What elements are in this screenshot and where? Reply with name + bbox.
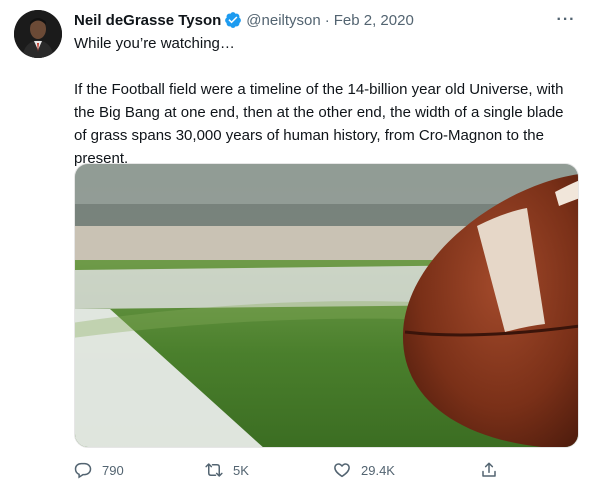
tweet-photo[interactable]	[74, 163, 579, 448]
like-count: 29.4K	[361, 462, 395, 478]
separator-dot: ·	[324, 11, 330, 29]
retweet-count: 5K	[233, 462, 249, 478]
reply-count: 790	[102, 462, 124, 478]
tweet-actions: 790 5K 29.4K	[74, 458, 504, 482]
author-avatar[interactable]	[14, 10, 62, 58]
author-name[interactable]: Neil deGrasse Tyson	[74, 12, 221, 29]
more-options-icon[interactable]: ···	[554, 10, 578, 30]
share-button[interactable]	[480, 461, 498, 479]
heart-icon	[334, 463, 350, 478]
share-icon	[482, 462, 496, 477]
retweet-button[interactable]: 5K	[205, 461, 249, 479]
tweet-header: Neil deGrasse Tyson @neiltyson · Feb 2, …	[74, 10, 578, 30]
verified-badge-icon	[224, 11, 242, 29]
retweet-icon	[205, 463, 223, 477]
tweet-text: While you’re watching… If the Football f…	[74, 32, 574, 170]
reply-icon	[74, 462, 92, 479]
like-button[interactable]: 29.4K	[333, 461, 395, 479]
author-handle[interactable]: @neiltyson	[246, 12, 320, 29]
reply-button[interactable]: 790	[74, 461, 124, 479]
tweet-paragraph-2: If the Football field were a timeline of…	[74, 81, 564, 167]
tweet-paragraph-1: While you’re watching…	[74, 35, 235, 52]
tweet-date[interactable]: Feb 2, 2020	[334, 12, 414, 29]
